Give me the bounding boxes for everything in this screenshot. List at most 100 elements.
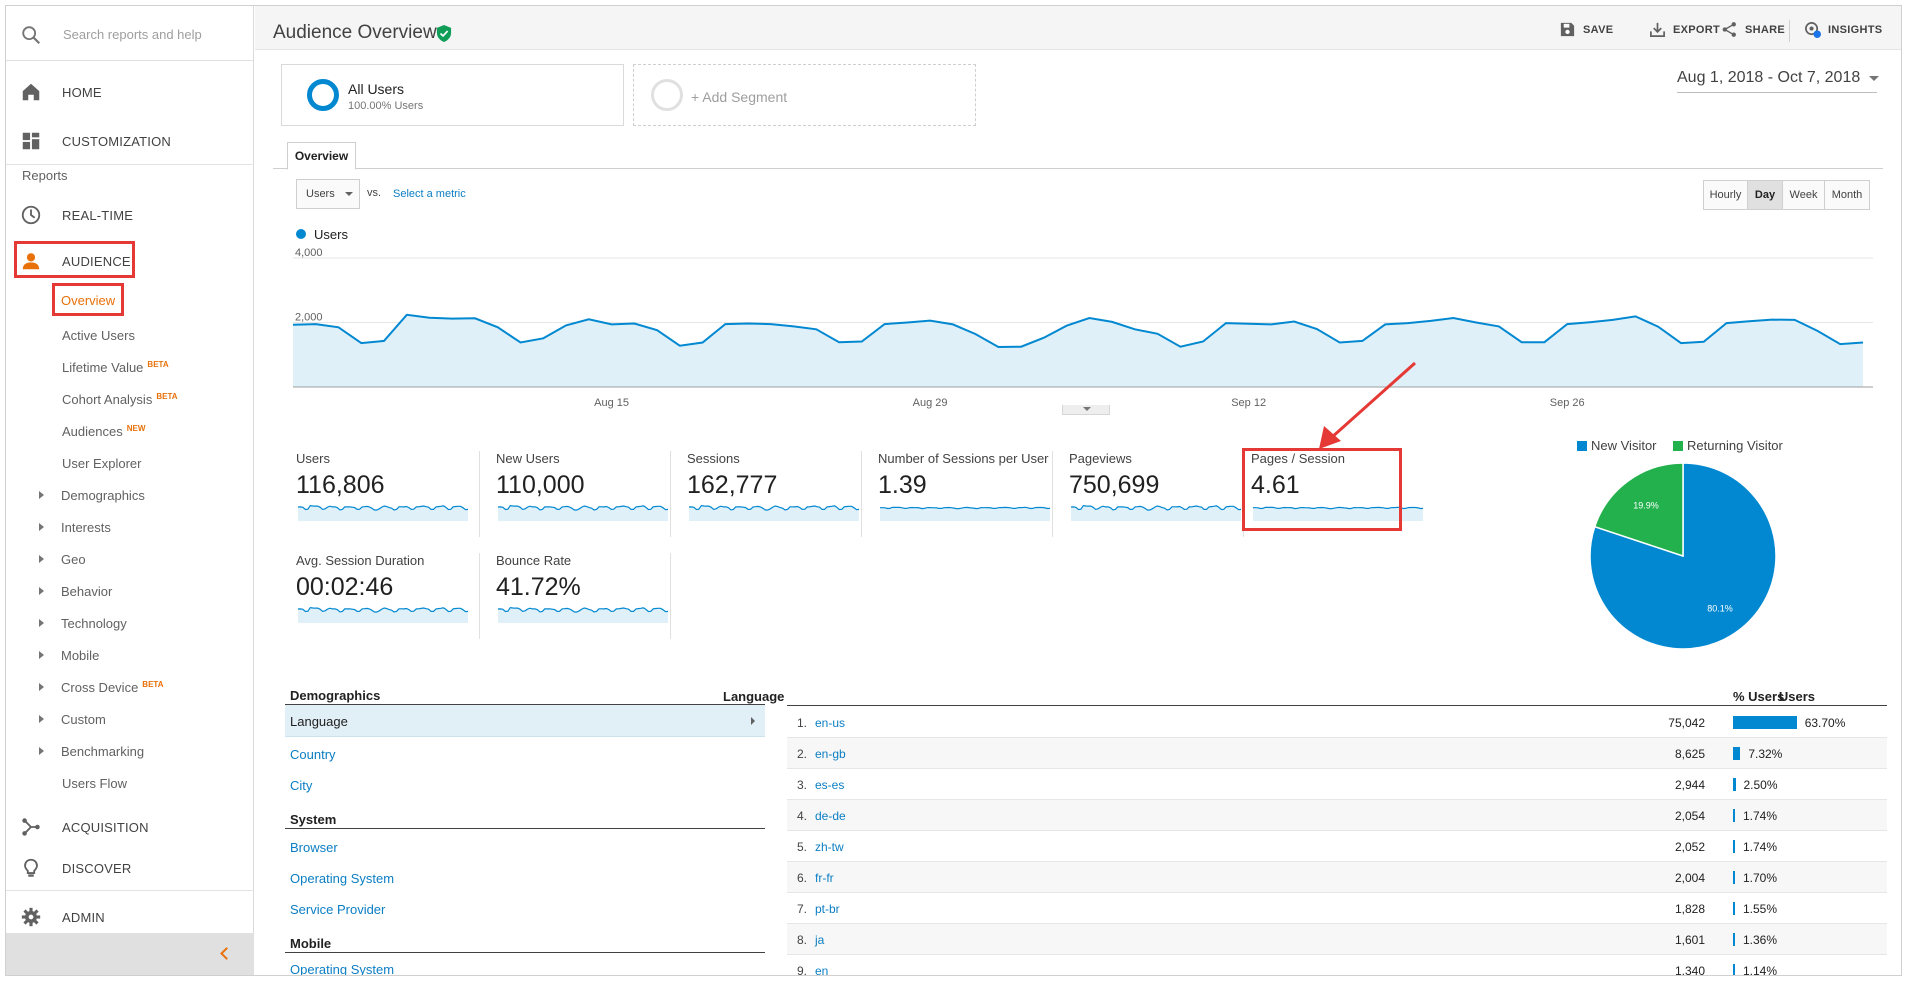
sidebar-expand-benchmarking[interactable]: Benchmarking [39, 744, 144, 759]
mobile-item-operating-system[interactable]: Operating System [290, 962, 394, 975]
add-segment-button[interactable]: + Add Segment [633, 64, 976, 126]
row-pct: 1.36% [1743, 933, 1778, 947]
home-icon [22, 83, 40, 101]
metric-dropdown-value: Users [306, 188, 335, 200]
sidebar-subitem-audiences[interactable]: Audiences NEW [62, 424, 145, 439]
language-link[interactable]: en-gb [815, 747, 846, 761]
insights-button[interactable]: INSIGHTS [1805, 22, 1882, 38]
language-link[interactable]: zh-tw [815, 840, 844, 854]
metric-card-users[interactable]: Users 116,806 [296, 451, 480, 537]
metric-sparkline [1071, 504, 1241, 521]
share-button[interactable]: SHARE [1722, 22, 1785, 37]
search-input[interactable]: Search reports and help [63, 27, 202, 42]
sidebar-expand-interests[interactable]: Interests [39, 520, 111, 535]
pie-slice-label: 80.1% [1707, 603, 1733, 613]
legend-marker [296, 229, 306, 239]
save-button[interactable]: SAVE [1560, 22, 1613, 37]
system-item-operating-system[interactable]: Operating System [290, 871, 394, 886]
table-row[interactable]: 5. zh-tw 2,052 1.74% [787, 831, 1887, 862]
sidebar-expand-geo[interactable]: Geo [39, 552, 86, 567]
metric-value: 162,777 [687, 471, 778, 499]
metric-card-avg-session-duration[interactable]: Avg. Session Duration 00:02:46 [296, 553, 480, 639]
sidebar-divider [6, 890, 254, 891]
insights-icon [1805, 22, 1821, 38]
sidebar-subitem-cohort-analysis[interactable]: Cohort Analysis BETA [62, 392, 178, 407]
sidebar-search[interactable]: Search reports and help [6, 6, 254, 61]
sidebar-subitem-label: Technology [61, 616, 127, 631]
sidebar-subitem-label: Cohort Analysis [62, 392, 153, 407]
highlight-box [1242, 448, 1402, 531]
sidebar-expand-demographics[interactable]: Demographics [39, 488, 145, 503]
y-tick-label: 4,000 [295, 247, 323, 259]
table-row[interactable]: 9. en 1,340 1.14% [787, 955, 1887, 975]
table-row[interactable]: 6. fr-fr 2,004 1.70% [787, 862, 1887, 893]
demographics-item-language[interactable]: Language [285, 705, 765, 737]
metric-card-new-users[interactable]: New Users 110,000 [487, 451, 671, 537]
table-row[interactable]: 2. en-gb 8,625 7.32% [787, 738, 1887, 769]
expand-arrow-icon [39, 555, 44, 563]
metric-card-bounce-rate[interactable]: Bounce Rate 41.72% [487, 553, 671, 639]
pie-legend-label: New Visitor [1591, 438, 1657, 453]
caret-down-icon [1869, 76, 1879, 81]
metric-card-sessions[interactable]: Sessions 162,777 [678, 451, 862, 537]
row-users: 2,052 [1674, 840, 1705, 854]
sidebar-expand-cross-device[interactable]: Cross Device BETA [39, 680, 163, 695]
language-link[interactable]: fr-fr [815, 871, 834, 885]
tab-overview[interactable]: Overview [287, 142, 356, 170]
sidebar-subitem-label: Interests [61, 520, 111, 535]
sidebar-item-realtime[interactable]: REAL-TIME [6, 191, 254, 239]
metric-dropdown[interactable]: Users [296, 179, 360, 209]
table-row[interactable]: 8. ja 1,601 1.36% [787, 924, 1887, 955]
sidebar-item-customization[interactable]: CUSTOMIZATION [6, 117, 254, 165]
language-table-header: Language [723, 689, 785, 704]
segment-all-users[interactable]: All Users 100.00% Users [281, 64, 624, 126]
export-button[interactable]: EXPORT [1650, 22, 1720, 37]
demographics-item-city[interactable]: City [290, 778, 312, 793]
gear-icon [21, 907, 41, 927]
sidebar-item-home[interactable]: HOME [6, 68, 254, 116]
table-row[interactable]: 1. en-us 75,042 63.70% [787, 707, 1887, 738]
sidebar-subitem-overview[interactable]: Overview [52, 283, 124, 316]
legend-swatch [1673, 441, 1683, 451]
metric-card-sessions-per-user[interactable]: Number of Sessions per User 1.39 [869, 451, 1053, 537]
language-link[interactable]: en-us [815, 716, 845, 730]
sidebar-item-label: ADMIN [62, 910, 105, 925]
language-link[interactable]: es-es [815, 778, 844, 792]
language-link[interactable]: ja [815, 933, 824, 947]
select-metric-link[interactable]: Select a metric [393, 188, 466, 200]
language-link[interactable]: en [815, 964, 828, 975]
chart-toggle-tab[interactable] [1062, 405, 1110, 415]
table-row[interactable]: 3. es-es 2,944 2.50% [787, 769, 1887, 800]
sidebar-subitem-users-flow[interactable]: Users Flow [62, 776, 127, 791]
add-segment-label: + Add Segment [691, 89, 788, 105]
metric-value: 110,000 [496, 471, 585, 499]
sidebar-expand-behavior[interactable]: Behavior [39, 584, 112, 599]
system-item-browser[interactable]: Browser [290, 840, 338, 855]
date-range-picker[interactable]: Aug 1, 2018 - Oct 7, 2018 [1677, 69, 1879, 87]
sidebar-subitem-user-explorer[interactable]: User Explorer [62, 456, 141, 471]
table-row[interactable]: 7. pt-br 1,828 1.55% [787, 893, 1887, 924]
table-row[interactable]: 4. de-de 2,054 1.74% [787, 800, 1887, 831]
granularity-day[interactable]: Day [1747, 180, 1783, 210]
share-bar [1733, 933, 1735, 946]
sidebar-subitem-active-users[interactable]: Active Users [62, 328, 135, 343]
sidebar-subitem-lifetime-value[interactable]: Lifetime Value BETA [62, 360, 169, 375]
granularity-week[interactable]: Week [1782, 180, 1825, 210]
system-item-service-provider[interactable]: Service Provider [290, 902, 385, 917]
granularity-month[interactable]: Month [1824, 180, 1870, 210]
metric-card-pageviews[interactable]: Pageviews 750,699 [1060, 451, 1244, 537]
users-line-chart: 4,000 2,000 Aug 15 Aug 29 Sep 12 Sep 26 [293, 247, 1873, 409]
granularity-hourly[interactable]: Hourly [1703, 180, 1748, 210]
language-link[interactable]: de-de [815, 809, 846, 823]
demographics-item-country[interactable]: Country [290, 747, 336, 762]
app-frame: Search reports and help HOME CUSTOMIZATI… [5, 5, 1902, 976]
chevron-right-icon [751, 717, 755, 725]
language-link[interactable]: pt-br [815, 902, 840, 916]
metric-sparkline [880, 506, 1050, 521]
sidebar-expand-technology[interactable]: Technology [39, 616, 127, 631]
sidebar-expand-custom[interactable]: Custom [39, 712, 106, 727]
sidebar-expand-mobile[interactable]: Mobile [39, 648, 99, 663]
collapse-sidebar-button[interactable] [6, 933, 254, 975]
sidebar-item-discover[interactable]: DISCOVER [6, 844, 254, 892]
sidebar-subitem-label: Overview [61, 293, 116, 308]
